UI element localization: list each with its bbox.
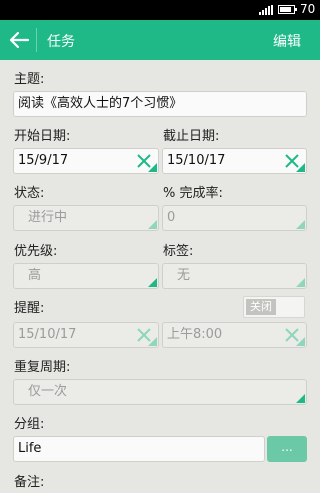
priority-select[interactable]: 高 (13, 263, 159, 289)
dropdown-corner-icon (296, 394, 305, 403)
group-label: 分组: (14, 417, 45, 432)
group-field[interactable]: Life (13, 436, 265, 462)
app-bar-divider (36, 28, 37, 52)
start-date-label: 开始日期: (14, 129, 71, 144)
start-date-field[interactable]: 15/9/17 (13, 148, 159, 174)
signal-icon (259, 5, 273, 15)
percent-complete-label: % 完成率: (163, 186, 223, 201)
subject-value: 阅读《高效人士的7个习惯》 (18, 96, 183, 111)
tags-label: 标签: (163, 244, 194, 259)
dropdown-corner-icon (148, 278, 157, 287)
group-value: Life (18, 441, 42, 456)
reminder-label: 提醒: (14, 301, 45, 316)
subject-field[interactable]: 阅读《高效人士的7个习惯》 (13, 91, 307, 117)
tags-value: 无 (177, 268, 191, 283)
status-select[interactable]: 进行中 (13, 205, 159, 231)
notes-label: 备注: (14, 475, 45, 490)
tags-select[interactable]: 无 (162, 263, 307, 289)
edit-button[interactable]: 编辑 (273, 31, 301, 51)
priority-label: 优先级: (14, 244, 58, 259)
subject-label: 主题: (14, 72, 45, 87)
dropdown-corner-icon (296, 278, 305, 287)
reminder-time-field[interactable]: 上午8:00 (162, 322, 307, 348)
dropdown-corner-icon (296, 220, 305, 229)
end-date-value: 15/10/17 (167, 153, 226, 168)
percent-complete-value: 0 (167, 210, 176, 225)
start-date-value: 15/9/17 (18, 153, 69, 168)
dropdown-corner-icon (148, 337, 157, 346)
dropdown-corner-icon (296, 163, 305, 172)
reminder-toggle[interactable]: 关闭 (243, 296, 305, 318)
app-bar: 任务 编辑 (0, 20, 320, 60)
page-title: 任务 (47, 34, 75, 50)
reminder-time-value: 上午8:00 (167, 327, 223, 342)
repeat-value: 仅一次 (28, 384, 68, 399)
battery-level: 70 (300, 2, 316, 16)
repeat-select[interactable]: 仅一次 (13, 379, 307, 405)
reminder-date-value: 15/10/17 (18, 327, 77, 342)
reminder-date-field[interactable]: 15/10/17 (13, 322, 159, 348)
end-date-field[interactable]: 15/10/17 (162, 148, 307, 174)
priority-value: 高 (28, 268, 42, 283)
battery-icon (278, 5, 297, 14)
back-arrow-icon[interactable] (8, 29, 30, 51)
end-date-label: 截止日期: (163, 129, 220, 144)
dropdown-corner-icon (148, 220, 157, 229)
status-value: 进行中 (28, 210, 68, 225)
status-bar: 70 (0, 0, 320, 20)
dropdown-corner-icon (296, 337, 305, 346)
repeat-label: 重复周期: (14, 360, 71, 375)
group-more-button[interactable]: ... (267, 436, 307, 462)
dropdown-corner-icon (148, 163, 157, 172)
reminder-toggle-knob: 关闭 (246, 299, 276, 315)
status-label: 状态: (14, 186, 45, 201)
percent-complete-field[interactable]: 0 (162, 205, 307, 231)
